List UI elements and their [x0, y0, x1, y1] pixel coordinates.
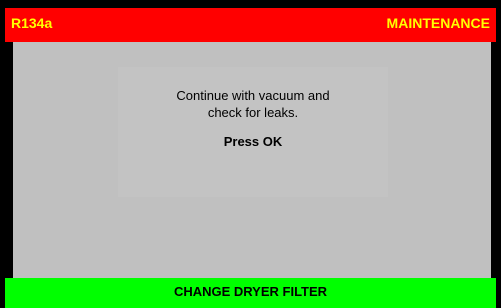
- main-panel: Continue with vacuum and check for leaks…: [13, 42, 491, 278]
- mode-label: MAINTENANCE: [386, 15, 490, 31]
- footer-bar[interactable]: CHANGE DRYER FILTER: [5, 278, 496, 308]
- change-dryer-filter-label: CHANGE DRYER FILTER: [173, 284, 328, 299]
- press-ok-prompt: Press OK: [223, 134, 283, 149]
- refrigerant-label: R134a: [11, 15, 53, 31]
- message-line-1: Continue with vacuum and: [176, 88, 330, 103]
- header-bar: R134a MAINTENANCE: [5, 8, 496, 42]
- message-dialog: Continue with vacuum and check for leaks…: [118, 67, 388, 197]
- message-line-2: check for leaks.: [207, 105, 299, 120]
- device-screen: R134a MAINTENANCE Continue with vacuum a…: [0, 0, 501, 308]
